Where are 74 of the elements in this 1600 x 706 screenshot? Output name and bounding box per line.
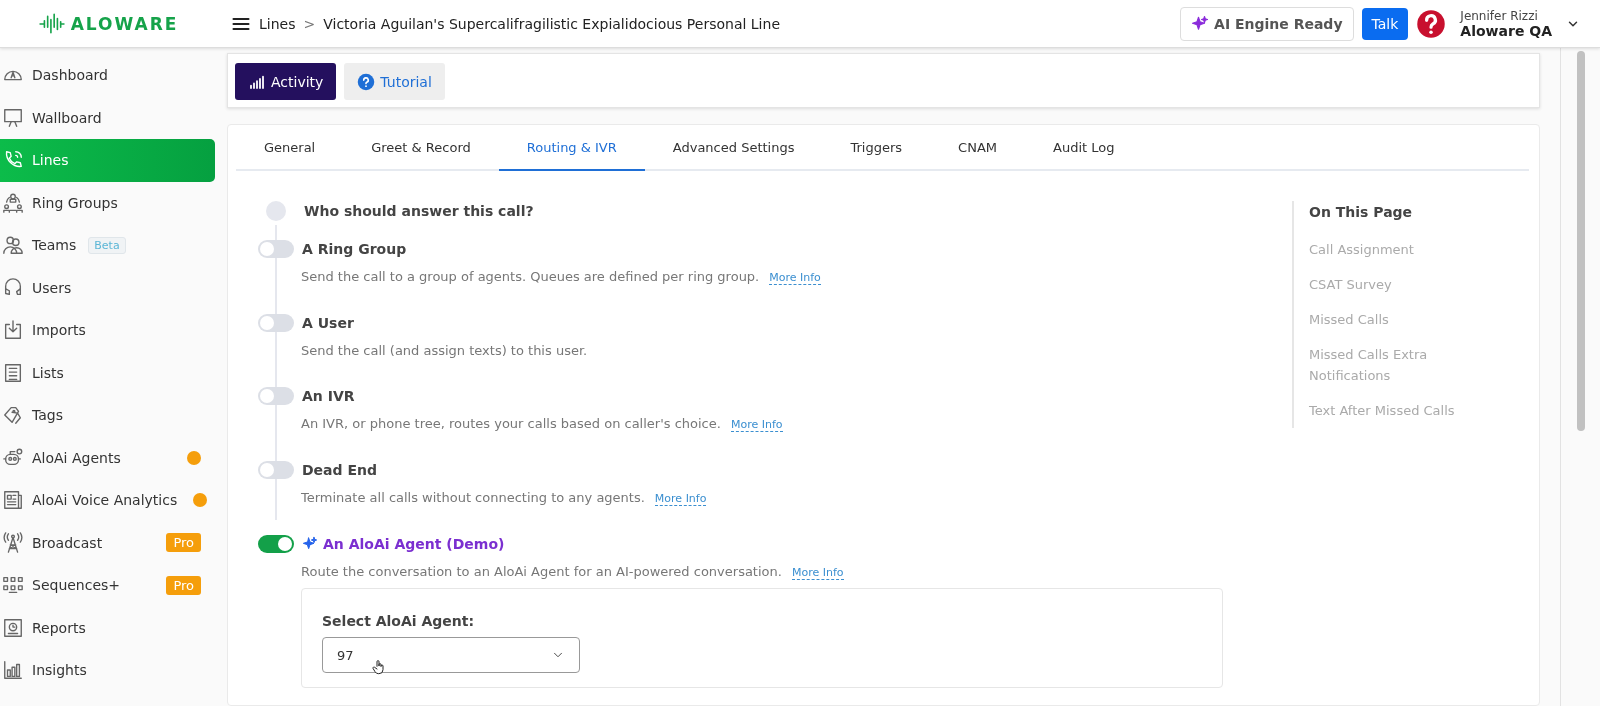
- sidebar-item[interactable]: Teams Beta: [0, 224, 215, 267]
- chart-icon: [2, 659, 24, 682]
- toggle-switch[interactable]: [258, 461, 294, 479]
- breadcrumb-link[interactable]: Lines: [259, 15, 296, 32]
- tab[interactable]: Routing & IVR: [498, 125, 645, 171]
- import-icon: [2, 319, 24, 342]
- sidebar-item[interactable]: Broadcast Pro: [0, 521, 215, 564]
- report-icon: [2, 616, 24, 639]
- more-info-link[interactable]: More Info: [654, 492, 707, 506]
- list-icon: [2, 361, 24, 384]
- help-icon: [357, 72, 376, 91]
- talk-button[interactable]: Talk: [1361, 7, 1409, 40]
- sidebar-item[interactable]: Ring Groups: [0, 181, 215, 224]
- tower-icon: [2, 531, 24, 554]
- option-title: A Ring Group: [302, 241, 407, 257]
- option-title: Dead End: [302, 462, 377, 478]
- tab[interactable]: Audit Log: [1025, 125, 1143, 171]
- more-info-link[interactable]: More Info: [769, 271, 821, 285]
- option-description: Send the call (and assign texts) to this user.: [301, 343, 588, 358]
- hand-cursor-icon: [371, 658, 387, 676]
- user-name: Jennifer Rizzi: [1460, 8, 1539, 23]
- news-icon: [2, 489, 24, 512]
- scrollbar-thumb[interactable]: [1576, 51, 1585, 431]
- sidebar-item[interactable]: Users: [0, 266, 215, 309]
- toggle-switch[interactable]: [258, 535, 294, 553]
- more-info-link[interactable]: More Info: [730, 418, 783, 432]
- beta-badge: Beta: [88, 236, 126, 254]
- ai-engine-status-button[interactable]: AI Engine Ready: [1180, 6, 1354, 41]
- tag-icon: [2, 404, 24, 427]
- group-icon: [2, 191, 24, 214]
- sidebar-item[interactable]: AloAi Agents: [0, 436, 215, 479]
- tab[interactable]: CNAM: [930, 125, 1025, 171]
- option-description: Terminate all calls without connecting to any agents.: [301, 490, 645, 505]
- sidebar-item[interactable]: Sequences+ Pro: [0, 564, 215, 607]
- board-icon: [2, 106, 24, 129]
- toggle-switch[interactable]: [258, 387, 294, 405]
- company-name: Aloware QA: [1460, 22, 1552, 39]
- option-title: An IVR: [302, 388, 355, 404]
- toggle-switch[interactable]: [258, 314, 294, 332]
- sidebar-item[interactable]: Reports: [0, 606, 215, 649]
- option-description: Route the conversation to an AloAi Agent for an AI-powered conversation.: [301, 564, 782, 579]
- sidebar-item[interactable]: AloAi Voice Analytics: [0, 479, 215, 522]
- activity-button[interactable]: Activity: [235, 63, 337, 100]
- sparkle-icon: [1191, 14, 1210, 33]
- people-icon: [2, 234, 24, 257]
- tab[interactable]: Triggers: [822, 125, 931, 171]
- pro-badge: Pro: [166, 533, 201, 553]
- breadcrumb-separator: >: [303, 15, 316, 32]
- sidebar-item[interactable]: Imports: [0, 309, 215, 352]
- sparkle-icon: [302, 536, 318, 552]
- more-info-link[interactable]: More Info: [791, 566, 844, 580]
- tab[interactable]: Advanced Settings: [644, 125, 823, 171]
- sidebar-item[interactable]: Insights: [0, 649, 215, 692]
- tab[interactable]: General: [236, 125, 344, 171]
- tutorial-button[interactable]: Tutorial: [344, 63, 445, 100]
- logo-text: ALOWARE: [70, 13, 179, 34]
- timeline-dot: [266, 201, 286, 221]
- agent-select-dropdown[interactable]: 97: [322, 637, 580, 673]
- option-title: An AloAi Agent (Demo): [323, 536, 505, 552]
- sidebar-item[interactable]: Dashboard: [0, 54, 215, 97]
- option-description: An IVR, or phone tree, routes your calls based on caller's choice.: [301, 416, 721, 431]
- pro-badge: Pro: [166, 575, 201, 595]
- sidebar-item[interactable]: Lists: [0, 351, 215, 394]
- section-question: Who should answer this call?: [304, 203, 534, 219]
- sidebar-item[interactable]: Wallboard: [0, 96, 215, 139]
- option-description: Send the call to a group of agents. Queues are defined per ring group.: [301, 269, 760, 284]
- help-icon: [1416, 8, 1447, 39]
- field-label: Select AloAi Agent:: [322, 613, 476, 629]
- on-this-page-title: On This Page: [1309, 203, 1414, 222]
- tab[interactable]: Greet & Record: [343, 125, 499, 171]
- sidebar-item[interactable]: Tags: [0, 394, 215, 437]
- option-title: A User: [302, 315, 354, 331]
- breadcrumb-current: Victoria Aguilan's Supercalifragilistic Expialidocious Personal Line: [323, 15, 780, 32]
- toggle-switch[interactable]: [258, 240, 294, 258]
